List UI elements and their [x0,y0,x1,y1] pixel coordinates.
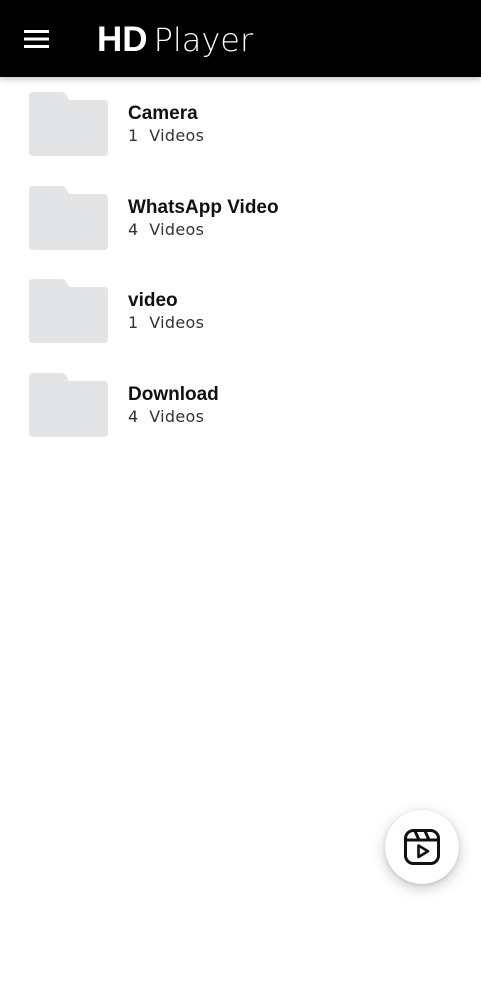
menu-button[interactable] [18,20,56,58]
hamburger-menu-icon [24,30,49,48]
folder-name: WhatsApp Video [128,196,279,218]
app-title: HD Player [97,18,253,62]
folder-video-count: 1 Videos [128,126,205,145]
folder-item-video[interactable]: video 1 Videos [0,264,481,358]
app-title-bold: HD [97,20,148,59]
folder-item-camera[interactable]: Camera 1 Videos [0,77,481,171]
reels-play-icon [404,829,440,865]
folder-name: Camera [128,103,198,124]
folder-video-count: 1 Videos [128,313,205,332]
folder-icon [29,372,108,437]
folder-video-count: 4 Videos [128,406,205,426]
folder-video-count: 4 Videos [128,219,205,239]
folder-item-download[interactable]: Download 4 Videos [0,358,481,452]
folder-icon [29,279,108,343]
folder-icon [29,92,108,156]
folder-icon [29,185,108,250]
app-bar: HD Player [0,0,481,77]
app-title-light: Player [153,21,254,59]
folder-name: video [128,290,178,311]
folder-name: Download [128,383,219,405]
reels-fab-button[interactable] [385,810,459,884]
folder-list: Camera 1 Videos WhatsApp Video 4 Videos … [0,77,481,451]
folder-item-whatsapp-video[interactable]: WhatsApp Video 4 Videos [0,171,481,265]
